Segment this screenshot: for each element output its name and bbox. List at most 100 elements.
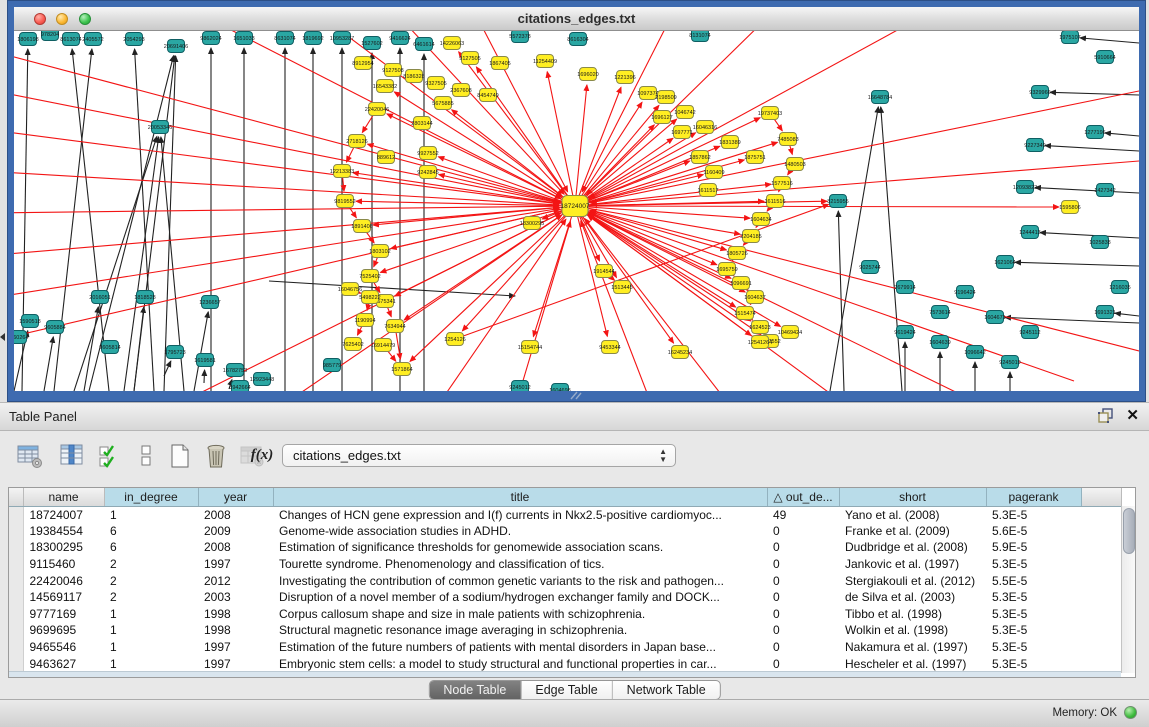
network-node[interactable]: 1046742 (674, 106, 695, 119)
network-node[interactable]: 8912954 (352, 57, 373, 70)
table-row[interactable]: 1456911722003Disruption of a novel membe… (9, 589, 1121, 606)
network-node[interactable]: 1857862 (689, 151, 710, 164)
network-node[interactable]: 16245234 (668, 346, 692, 359)
network-node[interactable]: 20691406 (164, 40, 188, 53)
network-node[interactable]: 1190994 (354, 314, 375, 327)
table-row[interactable]: 1872400712008Changes of HCN gene express… (9, 506, 1121, 523)
network-node[interactable]: 15154744 (518, 341, 542, 354)
network-node[interactable]: 16914479 (371, 339, 395, 352)
column-header-out_de[interactable]: △ out_de... (767, 488, 839, 506)
network-node[interactable]: 1604637 (744, 291, 765, 304)
network-node[interactable]: 2198509 (655, 91, 676, 104)
function-builder-icon[interactable]: f(x) (248, 447, 276, 475)
network-node[interactable]: 1891406 (351, 220, 372, 233)
network-node[interactable]: 1590518 (19, 315, 40, 328)
column-select-icon[interactable] (58, 442, 86, 470)
scrollbar-thumb[interactable] (1123, 508, 1135, 554)
table-row[interactable]: 911546021997Tourette syndrome. Phenomeno… (9, 556, 1121, 573)
network-node[interactable]: 1696020 (577, 68, 598, 81)
network-node[interactable]: 7485083 (777, 133, 798, 146)
network-node[interactable]: 1831389 (719, 136, 740, 149)
network-node[interactable]: 2054293 (123, 33, 144, 46)
network-node[interactable]: 2803144 (411, 117, 432, 130)
network-node[interactable]: 1619581 (194, 354, 215, 367)
select-all-check-icon[interactable] (96, 442, 124, 470)
network-node[interactable]: 1160264 (14, 331, 29, 344)
network-node[interactable]: 12923448 (250, 373, 274, 386)
network-node[interactable]: 19737403 (758, 107, 782, 120)
network-node[interactable]: 20053346 (148, 121, 172, 134)
network-node[interactable]: 1621064 (994, 256, 1015, 269)
network-node[interactable]: 1236657 (199, 296, 220, 309)
network-node[interactable]: 7679914 (894, 281, 915, 294)
network-node[interactable]: 2405572 (82, 33, 103, 46)
network-node[interactable]: 985779 (323, 359, 341, 372)
network-node[interactable]: 9605814 (99, 341, 120, 354)
network-node[interactable]: 1096642 (964, 346, 985, 359)
network-node[interactable]: 1577516 (771, 177, 792, 190)
column-header-in_degree[interactable]: in_degree (104, 488, 198, 506)
new-column-icon[interactable] (166, 442, 194, 470)
network-node[interactable]: 8631074 (274, 32, 295, 45)
float-panel-icon[interactable] (1097, 408, 1115, 424)
column-header-pagerank[interactable]: pagerank (986, 488, 1081, 506)
table-mode-icon[interactable] (16, 442, 44, 470)
network-node[interactable]: 16782753 (223, 364, 247, 377)
network-node[interactable]: 7525402 (359, 270, 380, 283)
network-node[interactable]: 2016051 (89, 291, 110, 304)
network-node[interactable]: 1611516 (764, 195, 785, 208)
network-hub-node[interactable]: 18724007 (561, 196, 590, 217)
network-node[interactable]: 7634944 (384, 320, 405, 333)
network-node[interactable]: 1604698 (549, 384, 570, 392)
network-node[interactable]: 2367608 (450, 84, 471, 97)
network-node[interactable]: 9245012 (509, 381, 530, 392)
network-canvas[interactable]: 180619897820486130742405572 2054293 206914… (14, 31, 1139, 391)
tab-node-table[interactable]: Node Table (429, 681, 520, 699)
window-titlebar[interactable]: citations_edges.txt (14, 7, 1139, 31)
table-row[interactable]: 946554611997Estimation of the future num… (9, 639, 1121, 656)
network-node[interactable]: 1604671 (984, 311, 1005, 324)
network-node[interactable]: 1254126 (444, 333, 465, 346)
network-node[interactable]: 9862024 (200, 32, 221, 45)
network-node[interactable]: 1975107 (1059, 31, 1080, 44)
network-node[interactable]: 978204 (41, 31, 59, 41)
network-node[interactable]: 16543382 (373, 80, 397, 93)
network-node[interactable]: 1515474 (734, 307, 755, 320)
network-node[interactable]: 1819692 (302, 32, 323, 45)
column-header-name[interactable]: name (23, 488, 104, 506)
network-node[interactable]: 2718126 (346, 135, 367, 148)
network-node[interactable]: 8186328 (403, 70, 424, 83)
network-node[interactable]: 9245019 (999, 356, 1020, 369)
table-row[interactable]: 946362711997Embryonic stem cells: a mode… (9, 655, 1121, 672)
network-node[interactable]: 12093822 (1013, 181, 1037, 194)
network-node[interactable]: 8454749 (477, 89, 498, 102)
network-node[interactable]: 2204185 (740, 230, 761, 243)
network-node[interactable]: 1818528 (134, 291, 155, 304)
network-node[interactable]: 1216035 (1109, 281, 1130, 294)
network-node[interactable]: 10469424 (778, 326, 802, 339)
network-node[interactable]: 9416624 (389, 32, 410, 45)
network-node[interactable]: 1025838 (1089, 236, 1110, 249)
network-node[interactable]: 1221396 (614, 71, 635, 84)
network-node[interactable]: 8131074 (689, 31, 710, 42)
network-node[interactable]: 1624523 (749, 321, 770, 334)
network-node[interactable]: 1806198 (17, 33, 38, 46)
network-node[interactable]: 9619424 (894, 326, 915, 339)
network-node[interactable]: 1595806 (1059, 201, 1080, 214)
horizontal-scrollbar[interactable] (9, 671, 1121, 677)
network-node[interactable]: 9927552 (417, 147, 438, 160)
network-node[interactable]: 9227349 (1024, 139, 1045, 152)
network-node[interactable]: 16046316 (693, 121, 717, 134)
network-node[interactable]: 1277196 (1084, 126, 1105, 139)
network-node[interactable]: 10953287 (330, 32, 354, 45)
network-node[interactable]: 9127508 (382, 64, 403, 77)
network-node[interactable]: 1513445 (611, 281, 632, 294)
network-node[interactable]: 1695759 (716, 263, 737, 276)
network-node[interactable]: 1651033 (233, 32, 254, 45)
network-node[interactable]: 8613074 (60, 33, 81, 46)
network-node[interactable]: 5572378 (509, 31, 530, 43)
network-node[interactable]: 9025744 (859, 261, 880, 274)
network-node[interactable]: 12213383 (330, 165, 354, 178)
network-node[interactable]: 9453344 (599, 341, 620, 354)
table-row[interactable]: 1938455462009Genome-wide association stu… (9, 523, 1121, 540)
